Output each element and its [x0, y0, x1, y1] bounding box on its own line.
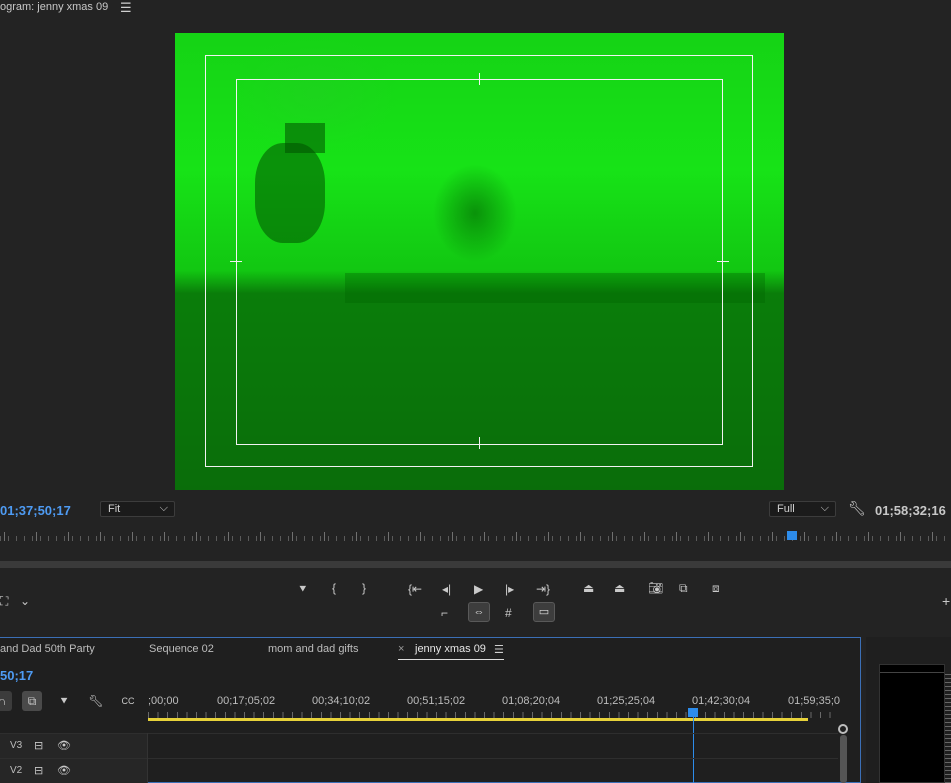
vertical-zoom-handle[interactable] [838, 724, 848, 734]
toggle-proxies-icon[interactable]: ⇔ [468, 602, 490, 622]
eye-icon[interactable]: 👁︎ [57, 764, 71, 777]
add-marker-icon[interactable]: ⯆ [54, 691, 74, 711]
mark-out-icon[interactable]: } [362, 581, 366, 595]
vertical-scrollbar[interactable] [840, 735, 847, 783]
drag-video-icon[interactable]: ⛶ [0, 594, 8, 608]
insert-icon[interactable]: ⧉ [679, 581, 688, 595]
button-editor-plus-icon[interactable]: + [942, 594, 950, 608]
track-name-v2[interactable]: V2 [10, 765, 22, 776]
timeline-settings-wrench-icon[interactable]: 🔧︎ [86, 691, 106, 711]
chevron-down-icon: ⌵ [159, 502, 168, 514]
step-forward-icon[interactable]: |▸ [505, 582, 514, 596]
timeline-playhead-line [693, 716, 694, 783]
ruler-label: 01;59;35;0 [788, 695, 840, 707]
overwrite-icon[interactable]: ⧈ [712, 581, 720, 595]
sync-lock-icon[interactable]: ⊟ [34, 739, 43, 752]
title-safe-margin [236, 79, 723, 445]
play-icon[interactable]: ▶ [474, 582, 483, 596]
settings-wrench-icon[interactable]: 🔧︎ [848, 500, 866, 517]
add-marker-icon[interactable]: ⯆ [298, 582, 308, 596]
safe-margins-icon[interactable]: # [505, 606, 512, 620]
monitor-playhead[interactable] [787, 531, 797, 540]
ruler-label: 01;08;20;04 [502, 695, 561, 707]
tab-and-dad-50th-party[interactable]: and Dad 50th Party [0, 643, 95, 655]
snap-icon[interactable]: ∩ [0, 691, 12, 711]
playback-resolution-select[interactable]: Full ⌵ [769, 501, 836, 517]
sync-lock-icon[interactable]: ⊟ [34, 764, 43, 777]
ruler-label: 00;34;10;02 [312, 695, 371, 707]
export-frame-camera-icon[interactable]: 📷︎ [648, 581, 663, 595]
zoom-level-value: Fit [108, 503, 121, 515]
captions-icon[interactable]: CC [118, 691, 138, 711]
tab-jenny-xmas-09[interactable]: jenny xmas 09 [415, 643, 486, 655]
eye-icon[interactable]: 👁︎ [57, 739, 71, 752]
zoom-level-select[interactable]: Fit ⌵ [100, 501, 175, 517]
timeline-timecode[interactable]: 50;17 [0, 668, 33, 683]
playhead-timecode[interactable]: 01;37;50;17 [0, 503, 71, 518]
go-to-out-icon[interactable]: ⇥} [536, 582, 550, 596]
mark-in-icon[interactable]: { [332, 581, 336, 595]
work-area-bar[interactable] [148, 718, 808, 721]
duration-timecode: 01;58;32;16 [875, 503, 946, 518]
ruler-label: ;00;00 [148, 695, 179, 707]
playback-resolution-value: Full [777, 503, 795, 515]
monitor-zoom-scrollbar[interactable] [0, 561, 951, 568]
step-back-icon[interactable]: ◂| [442, 582, 451, 596]
trim-icon[interactable]: ⌐ [441, 606, 448, 620]
ruler-label: 01;42;30;04 [692, 695, 751, 707]
tab-menu-icon[interactable]: ☰ [494, 643, 504, 656]
meter-scale [945, 674, 951, 783]
tab-sequence-02[interactable]: Sequence 02 [149, 643, 214, 655]
program-video-frame[interactable] [175, 33, 784, 490]
panel-menu-icon[interactable]: ☰ [120, 0, 132, 16]
ruler-label: 01;25;25;04 [597, 695, 656, 707]
ruler-label: 00;17;05;02 [217, 695, 276, 707]
extract-icon[interactable]: ⏏ [614, 581, 625, 595]
program-monitor-title: ogram: jenny xmas 09 [0, 1, 109, 13]
lift-icon[interactable]: ⏏ [583, 581, 594, 595]
chevron-down-icon: ⌵ [820, 502, 829, 514]
ruler-label: 00;51;15;02 [407, 695, 466, 707]
comparison-view-icon[interactable]: ▭ [533, 602, 555, 622]
tab-close-icon[interactable]: × [398, 643, 404, 655]
go-to-in-icon[interactable]: {⇤ [408, 582, 422, 596]
track-name-v3[interactable]: V3 [10, 740, 22, 751]
audio-meter [879, 664, 945, 783]
chevron-down-icon[interactable]: ⌄ [20, 594, 30, 608]
linked-selection-icon[interactable]: ⧉ [22, 691, 42, 711]
tab-mom-and-dad-gifts[interactable]: mom and dad gifts [268, 643, 359, 655]
